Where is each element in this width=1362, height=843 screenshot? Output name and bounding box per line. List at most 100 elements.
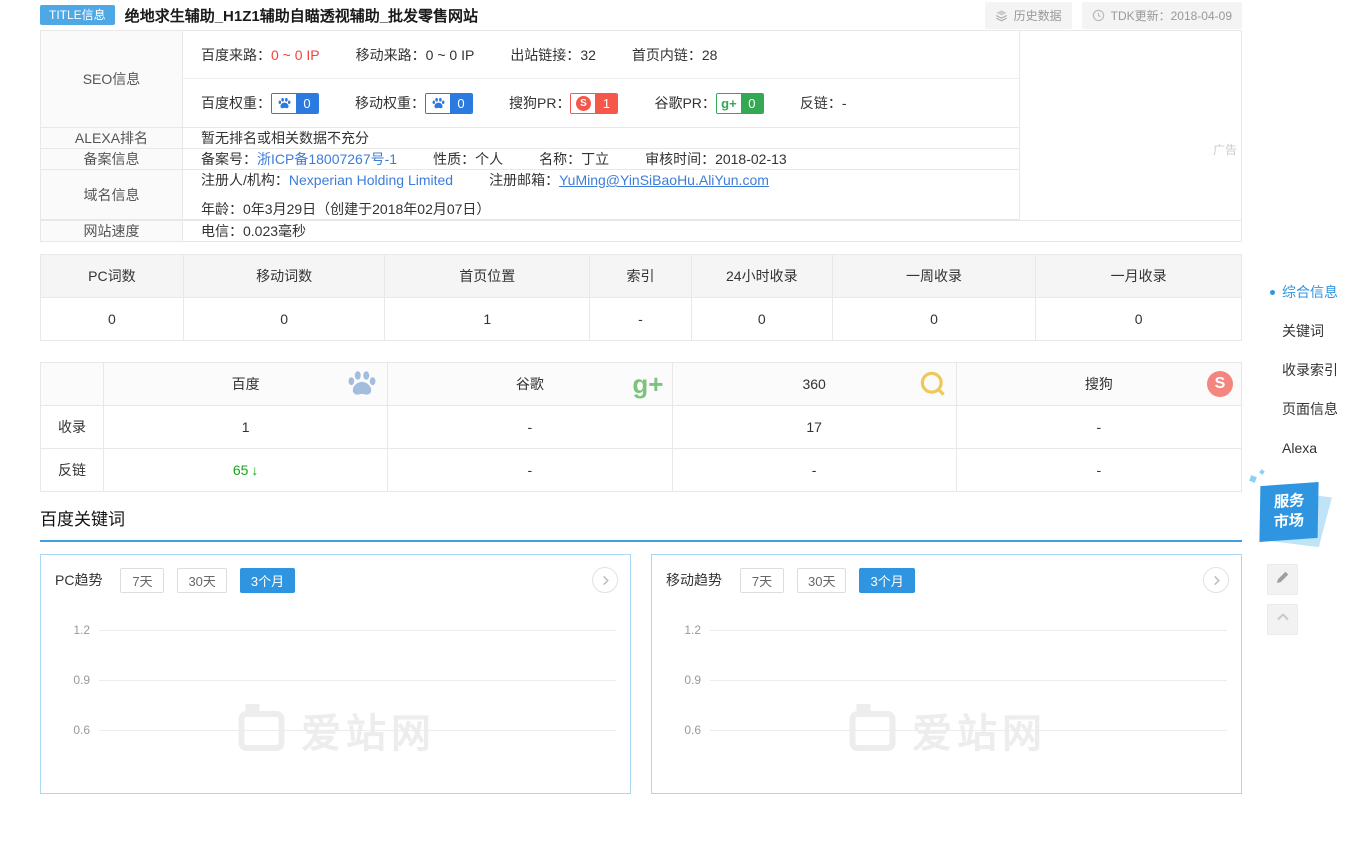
fanlian-baidu: 65 ↓ <box>104 449 388 491</box>
dot-icon <box>1270 329 1275 334</box>
baidu-keywords-title: 百度关键词 <box>40 505 1242 542</box>
pc-tab-3m[interactable]: 3个月 <box>240 568 295 593</box>
sogou-pr-badge[interactable]: S 1 <box>570 93 618 114</box>
site-speed-label: 网站速度 <box>41 221 183 241</box>
dot-icon <box>1270 368 1275 373</box>
service-market-label: 服务 市场 <box>1259 482 1318 542</box>
title-bar: TITLE信息 绝地求生辅助_H1Z1辅助自瞄透视辅助_批发零售网站 历史数据 … <box>40 0 1242 30</box>
engine-sogou-header: 搜狗 S <box>957 363 1241 405</box>
page-title: 绝地求生辅助_H1Z1辅助自瞄透视辅助_批发零售网站 <box>125 5 478 26</box>
pc-trend-title: PC趋势 <box>55 570 102 590</box>
icp-info-row: 备案信息 备案号： 浙ICP备18007267号-1 性质： 个人 名称： 丁立 <box>41 149 1019 170</box>
mobile-ytick-1: 1.2 <box>652 623 710 637</box>
stats-header-mobile-words: 移动词数 <box>184 255 386 297</box>
baidu-paw-icon <box>272 94 296 113</box>
mobile-tab-7d[interactable]: 7天 <box>740 568 784 593</box>
mobile-weight-badge[interactable]: 0 <box>425 93 473 114</box>
baidu-traffic-value: 0 ~ 0 IP <box>271 47 320 63</box>
stats-value-mobile-words: 0 <box>184 298 386 340</box>
sidebar-item-label: Alexa <box>1282 440 1317 456</box>
pc-trend-panel: PC趋势 7天 30天 3个月 1.2 0.9 0.6 爱站网 <box>40 554 631 794</box>
fanlian-google: - <box>388 449 672 491</box>
sparkle-icon <box>1259 469 1265 475</box>
baidu-weight-key: 百度权重： <box>201 93 271 113</box>
sogou-pr-key: 搜狗PR： <box>509 93 570 113</box>
pc-tab-30d[interactable]: 30天 <box>177 568 226 593</box>
mobile-trend-title: 移动趋势 <box>666 570 722 590</box>
icp-audit-time: 审核时间： 2018-02-13 <box>645 149 787 169</box>
email-key: 注册邮箱： <box>489 170 559 190</box>
mobile-weight-value: 0 <box>450 94 472 113</box>
domain-email: 注册邮箱： YuMing@YinSiBaoHu.AliYun.com <box>489 170 769 190</box>
engine-baidu-name: 百度 <box>232 374 260 394</box>
mobile-tab-30d[interactable]: 30天 <box>797 568 846 593</box>
icp-name-key: 名称： <box>539 149 581 169</box>
stats-header-pc-words: PC词数 <box>41 255 184 297</box>
backlink-key: 反链： <box>800 93 842 113</box>
icp-audit-key: 审核时间： <box>645 149 715 169</box>
sidebar-item-alexa[interactable]: Alexa <box>1270 436 1338 460</box>
service-market-badge[interactable]: 服务 市场 <box>1258 484 1334 548</box>
stats-value-row: 0 0 1 - 0 0 0 <box>41 298 1241 340</box>
stats-value-24h: 0 <box>692 298 833 340</box>
market-line2: 市场 <box>1274 511 1304 533</box>
site-info-table: SEO信息 百度来路： 0 ~ 0 IP 移动来路： 0 ~ 0 IP <box>40 30 1242 242</box>
stats-header-month: 一月收录 <box>1036 255 1241 297</box>
gridline <box>99 730 616 731</box>
homepage-inlinks: 首页内链： 28 <box>632 45 718 65</box>
sidebar-item-index[interactable]: 收录索引 <box>1270 358 1338 382</box>
title-bar-actions: 历史数据 TDK更新：2018-04-09 <box>985 2 1242 29</box>
stats-value-index: - <box>590 298 692 340</box>
sidebar-item-overview[interactable]: 综合信息 <box>1270 280 1338 304</box>
sidebar-item-keywords[interactable]: 关键词 <box>1270 319 1338 343</box>
feedback-pencil-button[interactable] <box>1267 564 1298 595</box>
baidu-traffic-key: 百度来路： <box>201 45 271 65</box>
ad-label: 广告 <box>1213 141 1237 158</box>
registrant-key: 注册人/机构： <box>201 170 289 190</box>
engines-fanlian-row: 反链 65 ↓ - - - <box>41 449 1241 491</box>
stats-header-index: 索引 <box>590 255 692 297</box>
outbound-links: 出站链接： 32 <box>510 45 596 65</box>
sidebar-item-pageinfo[interactable]: 页面信息 <box>1270 397 1338 421</box>
pc-trend-next-arrow[interactable] <box>592 567 618 593</box>
engines-shoulu-row: 收录 1 - 17 - <box>41 406 1241 449</box>
sidebar-item-label: 页面信息 <box>1282 399 1338 419</box>
icp-info-label: 备案信息 <box>41 149 183 169</box>
tdk-update-button[interactable]: TDK更新：2018-04-09 <box>1082 2 1242 29</box>
google-plus-icon: g+ <box>717 94 741 113</box>
backlink-value: - <box>842 95 847 111</box>
fanlian-row-label: 反链 <box>41 449 104 491</box>
history-data-button[interactable]: 历史数据 <box>985 2 1072 29</box>
gridline <box>99 630 616 631</box>
baidu-weight-badge[interactable]: 0 <box>271 93 319 114</box>
pc-tab-7d[interactable]: 7天 <box>120 568 164 593</box>
active-dot-icon <box>1270 290 1275 295</box>
mobile-trend-panel: 移动趋势 7天 30天 3个月 1.2 0.9 0.6 爱站网 <box>651 554 1242 794</box>
mobile-traffic: 移动来路： 0 ~ 0 IP <box>356 45 475 65</box>
icp-name-value: 丁立 <box>581 149 609 169</box>
google-pr-badge[interactable]: g+ 0 <box>716 93 764 114</box>
stats-value-home-position: 1 <box>385 298 590 340</box>
shoulu-360: 17 <box>673 406 957 448</box>
mobile-trend-next-arrow[interactable] <box>1203 567 1229 593</box>
engines-header-row: 百度 谷歌 g+ 360 搜狗 S <box>41 363 1241 406</box>
ad-slot: 广告 <box>1019 31 1241 220</box>
alexa-rank-text: 暂无排名或相关数据不充分 <box>183 128 1019 148</box>
gridline <box>710 730 1227 731</box>
baidu-weight-value: 0 <box>296 94 318 113</box>
fanlian-360: - <box>673 449 957 491</box>
fanlian-baidu-value: 65 <box>233 462 249 478</box>
icp-number-link[interactable]: 浙ICP备18007267号-1 <box>257 149 397 169</box>
chevron-up-icon <box>1275 609 1291 630</box>
email-link[interactable]: YuMing@YinSiBaoHu.AliYun.com <box>559 172 769 188</box>
registrant-link[interactable]: Nexperian Holding Limited <box>289 172 453 188</box>
pc-ytick-3: 0.6 <box>41 723 99 737</box>
back-to-top-button[interactable] <box>1267 604 1298 635</box>
title-info-badge: TITLE信息 <box>40 5 115 25</box>
mobile-tab-3m[interactable]: 3个月 <box>859 568 914 593</box>
stats-header-24h: 24小时收录 <box>692 255 833 297</box>
site-speed-row: 网站速度 电信：0.023毫秒 <box>41 220 1241 241</box>
stats-header-home-position: 首页位置 <box>385 255 590 297</box>
engine-sogou-name: 搜狗 <box>1085 374 1113 394</box>
seo-traffic-line: 百度来路： 0 ~ 0 IP 移动来路： 0 ~ 0 IP 出站链接： 32 <box>183 31 1019 79</box>
